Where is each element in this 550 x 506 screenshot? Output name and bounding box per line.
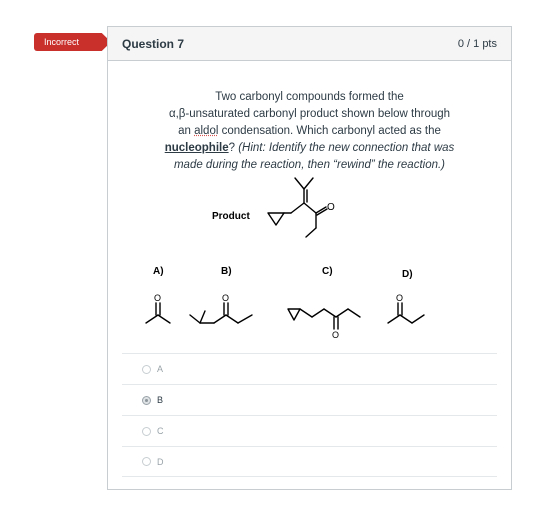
radio-d[interactable] (142, 457, 151, 466)
product-label: Product (212, 211, 250, 222)
option-c-oxygen: O (332, 330, 339, 340)
answer-label-b: B (157, 395, 164, 405)
incorrect-badge: Incorrect (34, 33, 111, 51)
option-c-label: C) (322, 266, 333, 277)
answer-option-c[interactable]: C (122, 415, 497, 446)
option-a-structure (145, 302, 171, 324)
reaction-figure: Product O A) B) C) D) O O O O (145, 177, 425, 340)
option-b-structure (189, 302, 253, 324)
answer-label-a: A (157, 364, 164, 374)
answer-option-a[interactable]: A (122, 353, 497, 384)
answer-label-d: D (157, 456, 164, 467)
product-oxygen: O (327, 202, 335, 213)
radio-c[interactable] (142, 426, 151, 436)
product-structure (267, 177, 328, 238)
option-b-label: B) (221, 266, 232, 277)
answer-option-d[interactable]: D (122, 446, 497, 477)
option-d-oxygen: O (396, 293, 403, 303)
radio-b[interactable] (142, 395, 151, 405)
answer-label-c: C (157, 426, 164, 436)
radio-a[interactable] (142, 364, 151, 374)
answer-list: A B C D (122, 353, 497, 477)
question-card: Question 7 0 / 1 pts Two carbonyl compou… (107, 26, 512, 490)
option-d-label: D) (402, 269, 413, 280)
option-a-label: A) (153, 266, 164, 277)
answer-option-b[interactable]: B (122, 384, 497, 415)
option-b-oxygen: O (222, 293, 229, 303)
option-c-structure (287, 308, 361, 330)
option-d-structure (387, 302, 425, 324)
option-a-oxygen: O (154, 293, 161, 303)
